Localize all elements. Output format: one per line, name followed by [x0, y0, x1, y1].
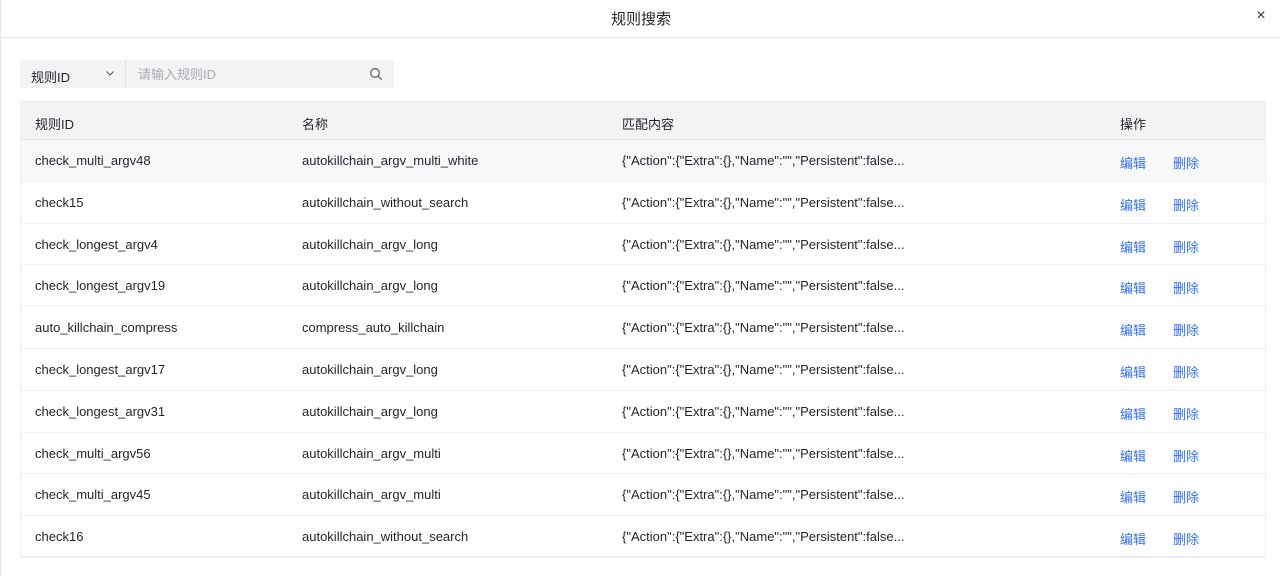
edit-link[interactable]: 编辑: [1120, 195, 1146, 214]
close-icon[interactable]: ×: [1253, 7, 1269, 25]
edit-link[interactable]: 编辑: [1120, 362, 1146, 381]
delete-link[interactable]: 删除: [1173, 278, 1199, 297]
header-match-content: 匹配内容: [622, 117, 675, 132]
delete-link[interactable]: 删除: [1173, 404, 1199, 423]
cell-rule-id: check_multi_argv48: [35, 153, 151, 168]
cell-rule-id: check15: [35, 194, 84, 210]
search-field-value: 规则ID: [31, 70, 71, 85]
edit-link[interactable]: 编辑: [1120, 278, 1146, 297]
delete-link[interactable]: 删除: [1173, 153, 1199, 172]
edit-link[interactable]: 编辑: [1120, 153, 1146, 172]
header-name: 名称: [302, 117, 329, 132]
search-field-select[interactable]: 规则ID: [20, 60, 126, 88]
chevron-down-icon: [106, 71, 114, 76]
cell-rule-id: check_multi_argv45: [35, 487, 151, 503]
delete-link[interactable]: 删除: [1173, 529, 1199, 548]
cell-rule-id: check_longest_argv17: [35, 361, 166, 377]
table-row: check_longest_argv4 autokillchain_argv_lo…: [21, 224, 1265, 266]
cell-rule-id: check_longest_argv19: [35, 278, 166, 294]
header-actions: 操作: [1120, 117, 1147, 132]
edit-link[interactable]: 编辑: [1120, 404, 1146, 423]
cell-match-content: {"Action":{"Extra":{},"Name":"","Persist…: [622, 320, 905, 336]
cell-match-content: {"Action":{"Extra":{},"Name":"","Persist…: [622, 529, 905, 545]
table-row: check_longest_argv31 autokillchain_argv_l…: [21, 391, 1265, 433]
cell-name: autokillchain_argv_multi: [302, 445, 441, 461]
table-row: check_longest_argv19 autokillchain_argv_l…: [21, 265, 1265, 308]
cell-match-content: {"Action":{"Extra":{},"Name":"","Persist…: [622, 403, 905, 419]
delete-link[interactable]: 删除: [1173, 362, 1199, 381]
table-row: check15 autokillchain_without_search {"Act…: [21, 182, 1265, 224]
edit-link[interactable]: 编辑: [1120, 529, 1146, 548]
search-icon[interactable]: [369, 67, 383, 81]
cell-name: autokillchain_without_search: [302, 529, 469, 545]
edit-link[interactable]: 编辑: [1120, 446, 1146, 465]
cell-name: autokillchain_without_search: [302, 194, 469, 210]
modal-title: 规则搜索: [610, 11, 671, 28]
rule-search-modal: 规则搜索 × 规则ID 规则ID 名称 匹配内容 操作 check_multi_…: [0, 0, 1280, 576]
cell-match-content: {"Action":{"Extra":{},"Name":"","Persist…: [622, 487, 905, 503]
table-row: check_longest_argv17 autokillchain_argv_l…: [21, 349, 1265, 391]
delete-link[interactable]: 删除: [1173, 320, 1199, 339]
edit-link[interactable]: 编辑: [1120, 237, 1146, 256]
cell-name: autokillchain_argv_multi: [302, 487, 441, 503]
table-header: 规则ID 名称 匹配内容 操作: [21, 102, 1265, 140]
cell-name: autokillchain_argv_multi_white: [302, 153, 479, 168]
delete-link[interactable]: 删除: [1173, 446, 1199, 465]
delete-link[interactable]: 删除: [1173, 487, 1199, 506]
cell-name: autokillchain_argv_long: [302, 403, 438, 419]
search-input[interactable]: [127, 60, 367, 88]
cell-match-content: {"Action":{"Extra":{},"Name":"","Persist…: [622, 278, 905, 294]
search-bar: 规则ID: [20, 60, 394, 88]
edit-link[interactable]: 编辑: [1120, 320, 1146, 339]
edit-link[interactable]: 编辑: [1120, 487, 1146, 506]
cell-rule-id: check16: [35, 529, 84, 545]
cell-name: autokillchain_argv_long: [302, 361, 438, 377]
cell-match-content: {"Action":{"Extra":{},"Name":"","Persist…: [622, 445, 905, 461]
table-row: check_multi_argv45 autokillchain_argv_mul…: [21, 474, 1265, 517]
table-row: check_multi_argv56 autokillchain_argv_mul…: [21, 433, 1265, 475]
cell-rule-id: check_longest_argv4: [35, 236, 158, 252]
cell-name: autokillchain_argv_long: [302, 236, 438, 252]
cell-rule-id: check_longest_argv31: [35, 403, 166, 419]
header-rule-id: 规则ID: [35, 117, 75, 132]
cell-match-content: {"Action":{"Extra":{},"Name":"","Persist…: [622, 236, 905, 252]
cell-rule-id: auto_killchain_compress: [35, 320, 178, 336]
cell-match-content: {"Action":{"Extra":{},"Name":"","Persist…: [622, 361, 905, 377]
modal-header: 规则搜索 ×: [1, 0, 1280, 38]
cell-name: autokillchain_argv_long: [302, 278, 438, 294]
delete-link[interactable]: 删除: [1173, 237, 1199, 256]
rules-table: 规则ID 名称 匹配内容 操作 check_multi_argv48autoki…: [20, 101, 1266, 558]
table-row: check16 autokillchain_without_search {"Act…: [21, 516, 1265, 558]
delete-link[interactable]: 删除: [1173, 195, 1199, 214]
cell-name: compress_auto_killchain: [302, 320, 445, 336]
cell-match-content: {"Action":{"Extra":{},"Name":"","Persist…: [622, 194, 905, 210]
table-row: auto_killchain_compress compress_auto_kil…: [21, 307, 1265, 349]
table-row: check_multi_argv48 autokillchain_argv_mul…: [21, 140, 1265, 182]
cell-rule-id: check_multi_argv56: [35, 445, 151, 461]
cell-match-content: {"Action":{"Extra":{},"Name":"","Persist…: [622, 153, 905, 168]
table-body: check_multi_argv48 autokillchain_argv_mul…: [21, 140, 1265, 558]
